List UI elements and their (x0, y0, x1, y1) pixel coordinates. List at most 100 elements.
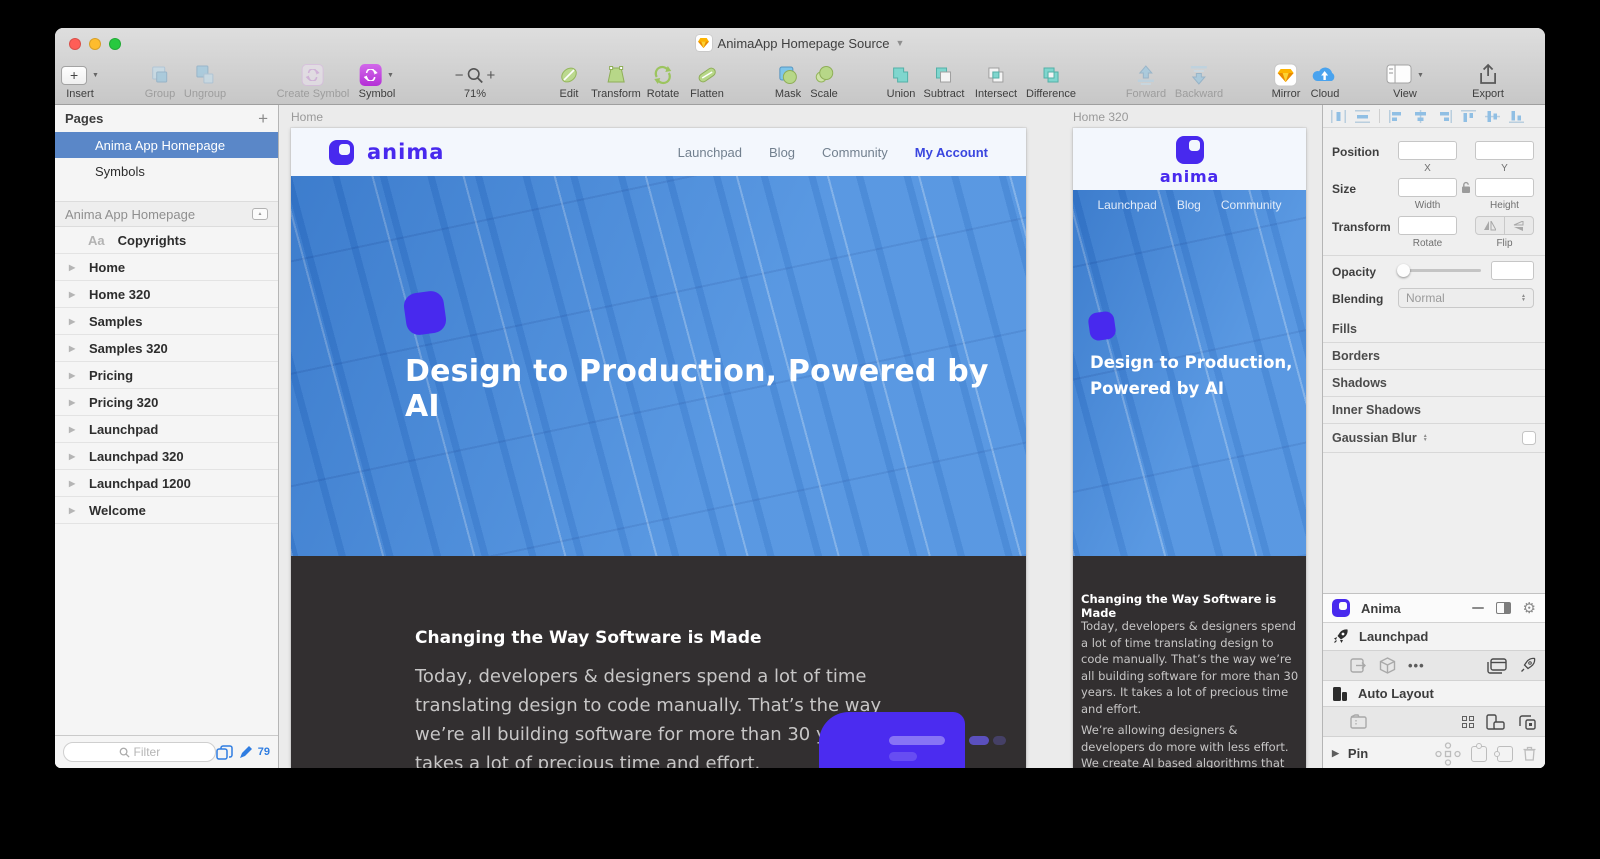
toolbar-forward[interactable]: Forward (1126, 62, 1166, 100)
trash-icon[interactable] (1523, 746, 1536, 761)
add-page-button[interactable]: + (258, 109, 268, 129)
gaussian-blur-checkbox[interactable] (1522, 431, 1536, 445)
gear-icon[interactable]: ⚙ (1523, 599, 1536, 617)
layer-row-welcome[interactable]: ▶Welcome (55, 497, 278, 524)
toolbar-mirror[interactable]: Mirror (1272, 62, 1301, 100)
toolbar-flatten[interactable]: Flatten (690, 62, 724, 100)
size-height-field[interactable] (1475, 178, 1534, 197)
size-width-field[interactable] (1398, 178, 1457, 197)
align-bottom-icon[interactable] (1509, 110, 1524, 123)
toolbar-zoom[interactable]: − + 71% (455, 62, 496, 100)
minimize-panel-icon[interactable] (1472, 607, 1484, 609)
toolbar-ungroup[interactable]: Ungroup (184, 62, 226, 100)
pen-icon[interactable] (238, 745, 253, 760)
blending-dropdown[interactable]: Normal ▲▼ (1398, 288, 1534, 308)
align-center-horizontal-icon[interactable] (1413, 110, 1428, 123)
distribute-vertically-icon[interactable] (1355, 110, 1370, 123)
toolbar-insert[interactable]: +▼ Insert (61, 62, 99, 100)
fills-section[interactable]: Fills (1323, 316, 1545, 343)
layer-row-launchpad[interactable]: ▶Launchpad (55, 416, 278, 443)
opacity-slider[interactable] (1399, 269, 1481, 272)
layer-row-samples-320[interactable]: ▶Samples 320 (55, 335, 278, 362)
page-item-anima-app-homepage[interactable]: Anima App Homepage (55, 132, 278, 158)
preview-in-browser-icon[interactable] (1487, 658, 1507, 674)
disclosure-triangle-icon[interactable]: ▶ (69, 263, 81, 272)
toolbar-backward[interactable]: Backward (1175, 62, 1223, 100)
breakpoints-icon[interactable] (1517, 714, 1536, 730)
disclosure-triangle-icon[interactable]: ▶ (69, 398, 81, 407)
layer-row-launchpad-320[interactable]: ▶Launchpad 320 (55, 443, 278, 470)
toolbar-edit[interactable]: Edit (558, 62, 580, 100)
page-item-symbols[interactable]: Symbols (55, 158, 278, 184)
inner-shadows-section[interactable]: Inner Shadows (1323, 397, 1545, 424)
gaussian-blur-section[interactable]: Gaussian Blur ▲▼ (1323, 424, 1545, 453)
toolbar-cloud[interactable]: Cloud (1311, 62, 1340, 100)
panel-toggle-icon[interactable] (1496, 602, 1511, 614)
align-right-icon[interactable] (1437, 110, 1452, 123)
canvas[interactable]: Home anima Launchpad Blog Community My A… (280, 105, 1377, 768)
artboard-label-home320[interactable]: Home 320 (1073, 110, 1128, 124)
zoom-in-icon[interactable]: + (487, 67, 496, 84)
export-code-icon[interactable] (1350, 658, 1367, 673)
position-x-field[interactable] (1398, 141, 1457, 160)
package-icon[interactable] (1379, 657, 1396, 674)
align-middle-icon[interactable] (1485, 110, 1500, 123)
disclosure-triangle-icon[interactable]: ▶ (69, 317, 81, 326)
pages-panel-icon[interactable] (216, 745, 233, 760)
toolbar-rotate[interactable]: Rotate (647, 62, 679, 100)
disclosure-triangle-icon[interactable]: ▶ (69, 290, 81, 299)
orientation-icon[interactable] (1486, 714, 1505, 730)
rotate-field[interactable] (1398, 216, 1457, 235)
toolbar-group[interactable]: Group (145, 62, 176, 100)
zoom-out-icon[interactable]: − (455, 67, 464, 84)
toolbar-union[interactable]: Union (887, 62, 916, 100)
toolbar-view[interactable]: ▼ View (1386, 62, 1424, 100)
disclosure-triangle-icon[interactable]: ▶ (69, 344, 81, 353)
pin-all-icon[interactable] (1435, 742, 1461, 766)
blur-type-stepper-icon[interactable]: ▲▼ (1423, 434, 1428, 443)
layer-row-samples[interactable]: ▶Samples (55, 308, 278, 335)
close-button[interactable] (69, 38, 81, 50)
layer-row-home-320[interactable]: ▶Home 320 (55, 281, 278, 308)
toolbar-create-symbol[interactable]: Create Symbol (277, 62, 350, 100)
artboard-home-320[interactable]: anima Launchpad Blog Community Design to… (1073, 128, 1306, 768)
auto-layout-row[interactable]: Auto Layout (1323, 681, 1545, 707)
layer-row-pricing[interactable]: ▶Pricing (55, 362, 278, 389)
filter-input[interactable]: Filter (63, 742, 216, 762)
layer-row-launchpad-1200[interactable]: ▶Launchpad 1200 (55, 470, 278, 497)
shadows-section[interactable]: Shadows (1323, 370, 1545, 397)
align-top-icon[interactable] (1461, 110, 1476, 123)
pin-row[interactable]: ▶ Pin (1323, 737, 1545, 768)
distribute-horizontally-icon[interactable] (1331, 110, 1346, 123)
flip-horizontal-button[interactable] (1476, 217, 1504, 234)
minimize-button[interactable] (89, 38, 101, 50)
position-y-field[interactable] (1475, 141, 1534, 160)
layer-row-copyrights[interactable]: Aa Copyrights (55, 227, 278, 254)
toolbar-scale[interactable]: Scale (810, 62, 838, 100)
pin-left-icon[interactable] (1497, 746, 1513, 762)
disclosure-triangle-icon[interactable]: ▶ (69, 425, 81, 434)
pin-top-icon[interactable] (1471, 746, 1487, 762)
layout-folder-icon[interactable] (1350, 714, 1367, 729)
disclosure-triangle-icon[interactable]: ▶ (69, 479, 81, 488)
toolbar-mask[interactable]: Mask (775, 62, 801, 100)
artboard-label-home[interactable]: Home (291, 110, 323, 124)
flip-vertical-button[interactable] (1504, 217, 1533, 234)
disclosure-triangle-icon[interactable]: ▶ (69, 452, 81, 461)
artboard-home[interactable]: anima Launchpad Blog Community My Accoun… (291, 128, 1026, 768)
disclosure-triangle-icon[interactable]: ▶ (69, 371, 81, 380)
opacity-slider-thumb[interactable] (1397, 264, 1410, 277)
opacity-field[interactable] (1491, 261, 1534, 280)
grid-layout-icon[interactable] (1462, 716, 1474, 728)
document-title[interactable]: AnimaApp Homepage Source ▼ (696, 35, 905, 51)
align-left-icon[interactable] (1389, 110, 1404, 123)
collapse-artboards-icon[interactable]: ▲ (252, 208, 268, 220)
more-options-icon[interactable]: ••• (1408, 658, 1425, 673)
launchpad-row[interactable]: Launchpad (1323, 623, 1545, 651)
disclosure-triangle-icon[interactable]: ▶ (1332, 748, 1339, 759)
toolbar-difference[interactable]: Difference (1026, 62, 1076, 100)
toolbar-subtract[interactable]: Subtract (924, 62, 965, 100)
toolbar-symbol[interactable]: ▼ Symbol (359, 62, 396, 100)
toolbar-transform[interactable]: Transform (591, 62, 641, 100)
launch-rocket-icon[interactable] (1519, 657, 1536, 674)
